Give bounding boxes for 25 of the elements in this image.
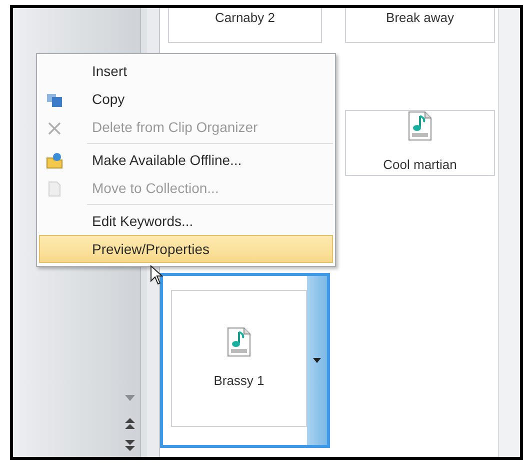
clip-tile[interactable]: Cool martian xyxy=(345,110,495,176)
menu-item[interactable]: Edit Keywords... xyxy=(39,207,333,235)
clip-name: Break away xyxy=(386,9,454,27)
menu-item[interactable]: Copy xyxy=(39,85,333,113)
clip-tile[interactable]: Brassy 1 xyxy=(171,290,307,427)
scroll-top-icon[interactable] xyxy=(125,418,135,430)
sound-file-icon xyxy=(407,111,433,141)
copy-icon xyxy=(46,91,63,108)
menu-item[interactable]: Make Available Offline... xyxy=(39,146,333,174)
clip-tile[interactable]: Carnaby 2 xyxy=(168,8,322,42)
menu-item[interactable]: Preview/Properties xyxy=(39,235,333,263)
clip-name: Brassy 1 xyxy=(214,372,264,390)
menu-item[interactable]: Insert xyxy=(39,57,333,85)
clip-tile[interactable]: Break away xyxy=(345,8,495,42)
dropdown-button[interactable] xyxy=(307,276,327,445)
scroll-bottom-icon[interactable] xyxy=(125,440,135,452)
scrollbar[interactable] xyxy=(498,8,520,457)
clip-name: Carnaby 2 xyxy=(215,9,275,27)
scroll-down-icon[interactable] xyxy=(125,395,135,401)
clip-name: Cool martian xyxy=(383,156,457,174)
selected-clip[interactable]: Brassy 1 xyxy=(160,273,330,448)
sound-file-icon xyxy=(226,326,252,357)
caret-icon xyxy=(313,358,321,363)
folder-icon xyxy=(46,152,63,169)
document-icon xyxy=(46,180,63,197)
